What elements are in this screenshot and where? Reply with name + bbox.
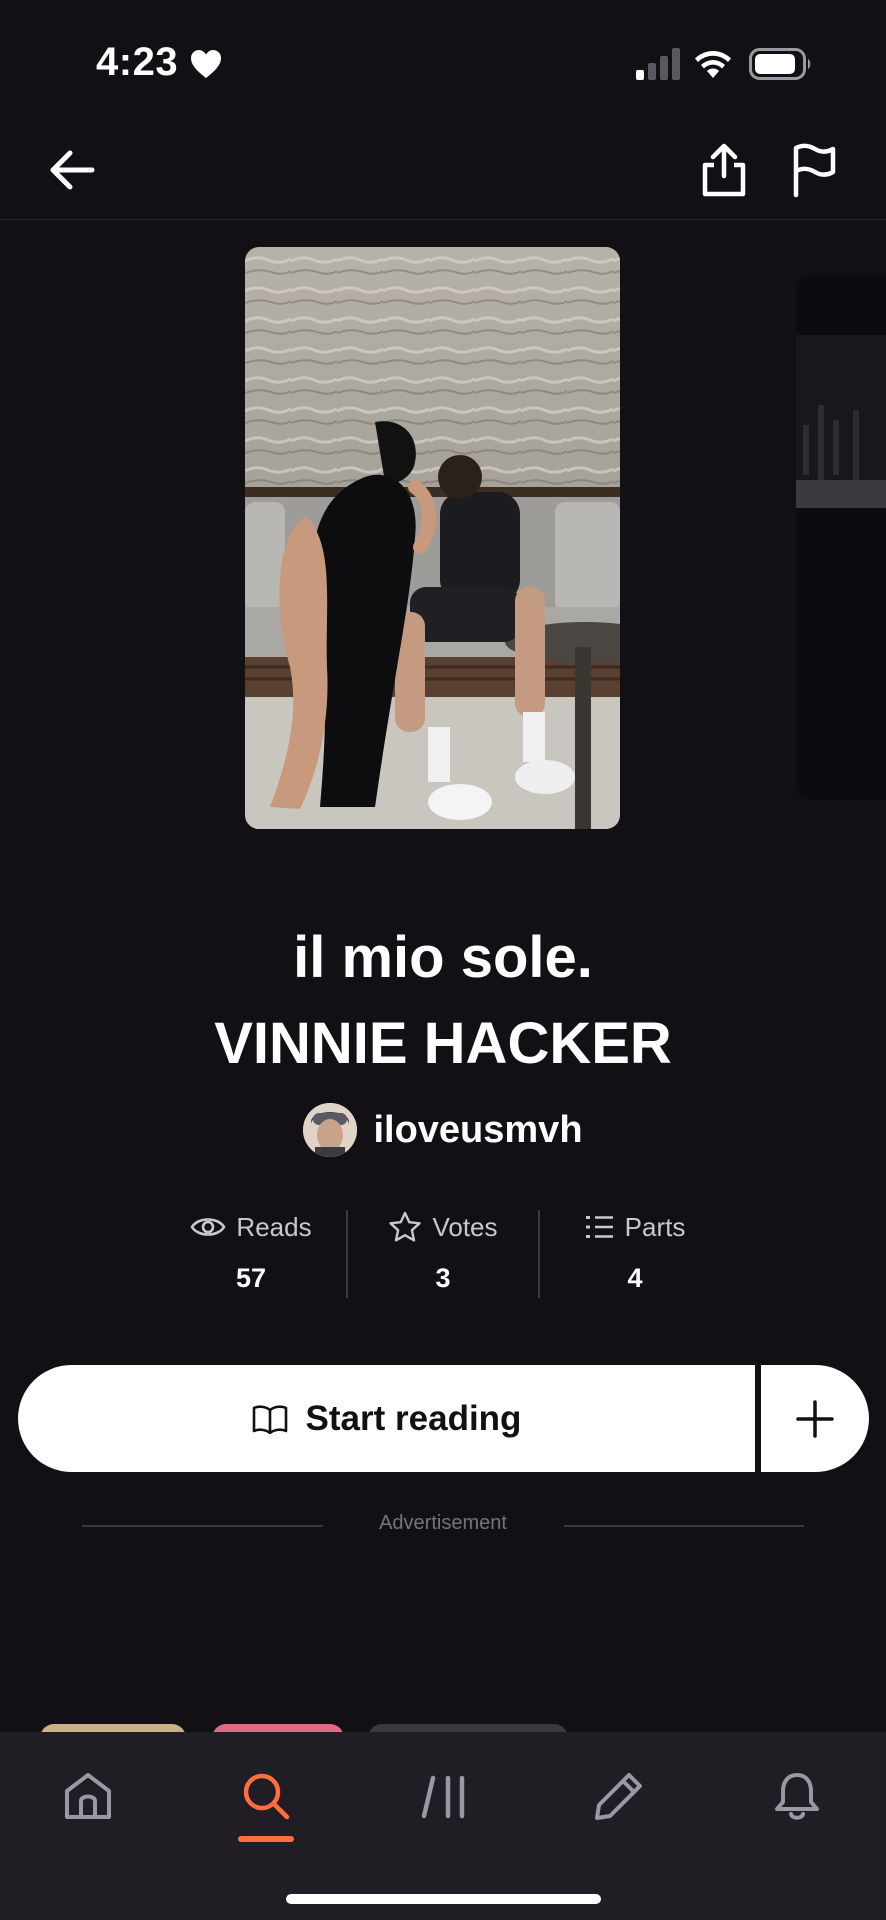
star-icon — [389, 1211, 422, 1242]
home-indicator — [286, 1894, 601, 1904]
top-nav — [0, 120, 886, 220]
stat-label: Parts — [624, 1211, 686, 1242]
tab-write[interactable] — [574, 1760, 664, 1832]
story-stats: Reads 57 Votes 3 Parts 4 — [0, 1205, 886, 1298]
stat-value: 4 — [627, 1263, 643, 1293]
share-icon — [702, 143, 746, 197]
status-bar: 4:23 — [0, 0, 886, 120]
start-reading-label: Start reading — [305, 1398, 522, 1438]
title-line-1: il mio sole. — [293, 925, 593, 990]
story-title: il mio sole. VINNIE HACKER — [0, 915, 886, 1087]
tab-notifications[interactable] — [752, 1760, 842, 1832]
plus-icon — [796, 1399, 834, 1438]
next-story-cover[interactable] — [796, 275, 886, 800]
author-name: iloveusmvh — [373, 1108, 583, 1151]
start-reading-button[interactable]: Start reading — [18, 1365, 755, 1472]
status-time: 4:23 — [96, 40, 179, 84]
ad-divider-right — [564, 1525, 804, 1527]
arrow-left-icon — [50, 150, 95, 190]
tab-library[interactable] — [399, 1760, 489, 1832]
list-icon — [585, 1216, 613, 1238]
share-button[interactable] — [692, 138, 756, 202]
stat-value: 3 — [435, 1263, 451, 1293]
bell-icon — [775, 1773, 819, 1820]
stat-value: 57 — [235, 1263, 267, 1293]
cover-image — [245, 247, 620, 829]
heart-icon — [191, 50, 221, 78]
stat-label: Votes — [432, 1211, 498, 1242]
tab-home[interactable] — [43, 1760, 133, 1832]
story-cover[interactable] — [245, 247, 620, 829]
open-book-icon — [252, 1404, 287, 1434]
back-button[interactable] — [40, 138, 104, 202]
battery-icon — [749, 48, 811, 80]
ad-label: Advertisement — [379, 1512, 507, 1534]
home-icon — [65, 1773, 111, 1819]
eye-icon — [190, 1218, 226, 1236]
stat-parts: Parts 4 — [540, 1205, 730, 1295]
stat-votes: Votes 3 — [348, 1205, 538, 1295]
add-to-library-button[interactable] — [761, 1365, 869, 1472]
bottom-nav — [0, 1732, 886, 1920]
flag-icon — [793, 143, 836, 198]
stat-label: Reads — [236, 1211, 312, 1242]
pencil-icon — [595, 1773, 642, 1820]
avatar — [303, 1103, 358, 1157]
report-button[interactable] — [782, 138, 846, 202]
library-icon — [421, 1775, 465, 1819]
title-line-2: VINNIE HACKER — [214, 1011, 672, 1076]
cellular-signal-icon — [636, 48, 680, 80]
author-link[interactable]: iloveusmvh — [0, 1100, 886, 1160]
search-icon — [243, 1773, 290, 1820]
active-tab-indicator — [238, 1836, 294, 1842]
wifi-icon — [695, 51, 731, 78]
next-cover-image — [796, 275, 886, 800]
tab-search[interactable] — [221, 1760, 311, 1832]
stat-reads: Reads 57 — [156, 1205, 346, 1295]
